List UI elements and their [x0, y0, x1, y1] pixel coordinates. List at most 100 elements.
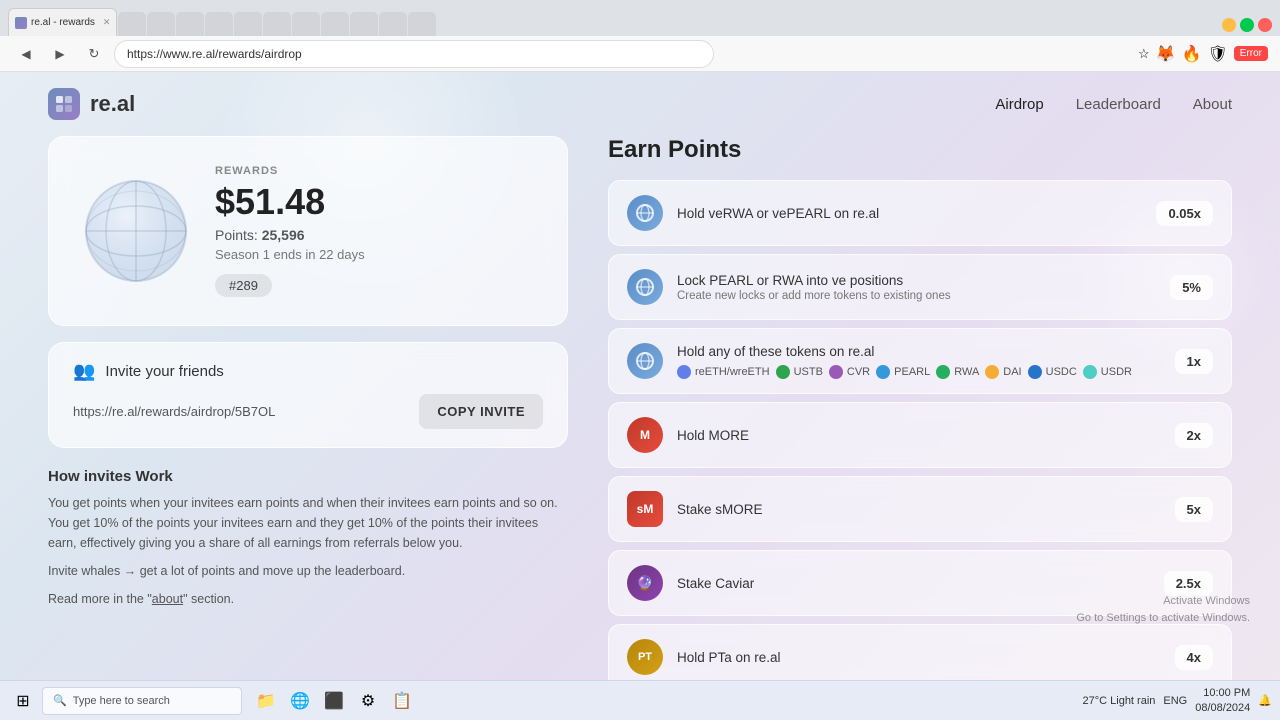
- logo-svg: [54, 94, 74, 114]
- rewards-season: Season 1 ends in 22 days: [215, 247, 365, 262]
- earn-text-verwa: Hold veRWA or vePEARL on re.al: [677, 206, 1142, 221]
- earn-item-hold-pta[interactable]: PT Hold PTa on re.al 4x: [608, 624, 1232, 686]
- inactive-tab[interactable]: [321, 12, 349, 36]
- invite-header-label: Invite your friends: [105, 363, 223, 380]
- forward-button[interactable]: ▶: [46, 40, 74, 68]
- nav-airdrop[interactable]: Airdrop: [995, 96, 1043, 113]
- taskbar-icons: 📁 🌐 ⬛ ⚙ 📋: [246, 685, 1079, 717]
- token-chips-row: reETH/wreETH USTB CVR: [677, 365, 1161, 379]
- taskbar-search[interactable]: 🔍 Type here to search: [42, 687, 242, 715]
- copy-invite-button[interactable]: COPY INVITE: [419, 394, 543, 429]
- about-link[interactable]: about: [152, 592, 183, 606]
- reload-button[interactable]: ↻: [80, 40, 108, 68]
- rewards-card: REWARDS $51.48 Points: 25,596 Season 1 e…: [48, 136, 568, 326]
- token-cvr: CVR: [829, 365, 870, 379]
- rewards-points: Points: 25,596: [215, 227, 365, 243]
- logo-icon: [48, 88, 80, 120]
- invite-url: https://re.al/rewards/airdrop/5B7OL: [73, 404, 409, 419]
- inactive-tab[interactable]: [379, 12, 407, 36]
- activate-line1: Activate Windows: [1076, 593, 1250, 610]
- active-browser-tab[interactable]: re.al - rewards ✕: [8, 8, 117, 36]
- earn-text-more: Hold MORE: [677, 428, 1161, 443]
- inactive-tab[interactable]: [205, 12, 233, 36]
- token-ustb: USTB: [776, 365, 823, 379]
- bookmark-icon[interactable]: ☆: [1138, 46, 1150, 62]
- inactive-tab[interactable]: [118, 12, 146, 36]
- token-usdc: USDC: [1028, 365, 1077, 379]
- tab-close-icon[interactable]: ✕: [103, 17, 111, 28]
- token-dai: DAI: [985, 365, 1021, 379]
- taskbar-icon-file-explorer[interactable]: 📁: [250, 685, 282, 717]
- earn-text-smore: Stake sMORE: [677, 502, 1161, 517]
- notification-icon[interactable]: 🔔: [1258, 694, 1272, 707]
- taskbar-icon-chrome[interactable]: 🌐: [284, 685, 316, 717]
- invite-card: 👥 Invite your friends https://re.al/rewa…: [48, 342, 568, 448]
- earn-icon-smore: sM: [627, 491, 663, 527]
- rewards-info: REWARDS $51.48 Points: 25,596 Season 1 e…: [215, 165, 365, 297]
- taskbar-icon-settings[interactable]: ⚙: [352, 685, 384, 717]
- activate-line2: Go to Settings to activate Windows.: [1076, 610, 1250, 627]
- earn-multiplier-pta: 4x: [1175, 645, 1213, 670]
- back-button[interactable]: ◀: [12, 40, 40, 68]
- earn-item-lock-pearl[interactable]: Lock PEARL or RWA into ve positions Crea…: [608, 254, 1232, 320]
- search-icon: 🔍: [53, 694, 67, 707]
- address-input[interactable]: [114, 40, 714, 68]
- inactive-tab[interactable]: [408, 12, 436, 36]
- extension-icon[interactable]: 🔥: [1182, 44, 1202, 64]
- inactive-tab[interactable]: [263, 12, 291, 36]
- token-pearl: PEARL: [876, 365, 930, 379]
- windows-taskbar: ⊞ 🔍 Type here to search 📁 🌐 ⬛ ⚙ 📋 27°C L…: [0, 680, 1280, 720]
- token-reeth: reETH/wreETH: [677, 365, 770, 379]
- invite-icon: 👥: [73, 361, 95, 382]
- rank-badge: #289: [215, 274, 272, 297]
- logo[interactable]: re.al: [48, 88, 135, 120]
- maximize-button[interactable]: [1240, 18, 1254, 32]
- earn-points-title: Earn Points: [608, 136, 1232, 164]
- avatar-globe: [81, 176, 191, 286]
- nav-leaderboard[interactable]: Leaderboard: [1076, 96, 1161, 113]
- earn-item-hold-verwa[interactable]: Hold veRWA or vePEARL on re.al 0.05x: [608, 180, 1232, 246]
- earn-icon-tokens: [627, 343, 663, 379]
- earn-multiplier-more: 2x: [1175, 423, 1213, 448]
- error-badge[interactable]: Error: [1234, 46, 1268, 61]
- inactive-tab[interactable]: [176, 12, 204, 36]
- inactive-tab[interactable]: [147, 12, 175, 36]
- earn-multiplier-tokens: 1x: [1175, 349, 1213, 374]
- inactive-tab[interactable]: [350, 12, 378, 36]
- earn-icon-more: M: [627, 417, 663, 453]
- profile-icon[interactable]: 🦊: [1156, 44, 1176, 64]
- minimize-button[interactable]: [1222, 18, 1236, 32]
- taskbar-icon-terminal[interactable]: ⬛: [318, 685, 350, 717]
- start-button[interactable]: ⊞: [8, 686, 38, 716]
- invite-header: 👥 Invite your friends: [73, 361, 543, 382]
- nav-about[interactable]: About: [1193, 96, 1232, 113]
- how-invites-section: How invites Work You get points when you…: [48, 464, 568, 621]
- earn-icon-verwa: [627, 195, 663, 231]
- taskbar-icon-task[interactable]: 📋: [386, 685, 418, 717]
- earn-icon-caviar: 🔮: [627, 565, 663, 601]
- invite-row: https://re.al/rewards/airdrop/5B7OL COPY…: [73, 394, 543, 429]
- how-invites-title: How invites Work: [48, 468, 568, 485]
- earn-multiplier-verwa: 0.05x: [1156, 201, 1213, 226]
- main-nav: re.al Airdrop Leaderboard About: [0, 72, 1280, 136]
- earn-icon-pearl: [627, 269, 663, 305]
- shield-icon[interactable]: 🛡: [1207, 44, 1227, 64]
- inactive-tab[interactable]: [292, 12, 320, 36]
- earn-item-stake-smore[interactable]: sM Stake sMORE 5x: [608, 476, 1232, 542]
- earn-tokens-row: Hold any of these tokens on re.al reETH/…: [627, 343, 1213, 379]
- token-usdr: USDR: [1083, 365, 1132, 379]
- earn-item-hold-more[interactable]: M Hold MORE 2x: [608, 402, 1232, 468]
- globe-svg: [81, 176, 191, 286]
- how-invites-more: Read more in the "about" section.: [48, 589, 568, 609]
- close-button[interactable]: [1258, 18, 1272, 32]
- rewards-amount: $51.48: [215, 181, 365, 223]
- token-rwa: RWA: [936, 365, 979, 379]
- url-bar: ◀ ▶ ↻ ☆ 🦊 🔥 🛡 Error: [0, 36, 1280, 72]
- earn-multiplier-caviar: 2.5x: [1164, 571, 1213, 596]
- earn-item-hold-tokens[interactable]: Hold any of these tokens on re.al reETH/…: [608, 328, 1232, 394]
- how-invites-description: You get points when your invitees earn p…: [48, 493, 568, 553]
- earn-text-pta: Hold PTa on re.al: [677, 650, 1161, 665]
- inactive-tab[interactable]: [234, 12, 262, 36]
- how-invites-tip: Invite whales → get a lot of points and …: [48, 561, 568, 581]
- earn-multiplier-smore: 5x: [1175, 497, 1213, 522]
